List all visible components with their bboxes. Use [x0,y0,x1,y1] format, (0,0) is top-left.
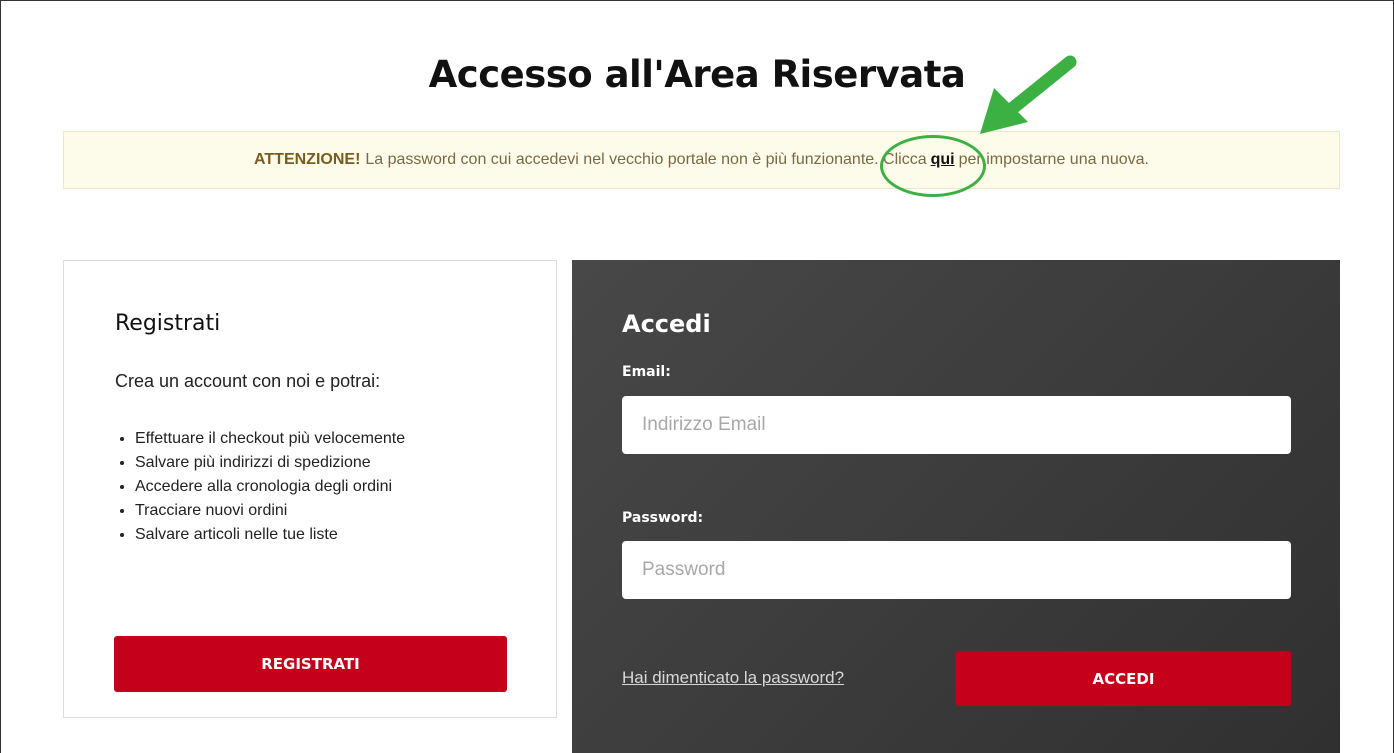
register-card: Registrati Crea un account con noi e pot… [63,260,557,718]
pointer-arrow-icon [980,55,1077,134]
list-item: Salvare articoli nelle tue liste [135,523,405,547]
register-button[interactable]: REGISTRATI [114,636,507,692]
list-item: Tracciare nuovi ordini [135,499,405,523]
login-button[interactable]: ACCEDI [956,651,1291,706]
notice-text-before: La password con cui accedevi nel vecchio… [365,151,927,168]
forgot-password-link[interactable]: Hai dimenticato la password? [622,668,844,688]
register-title: Registrati [115,311,221,336]
email-input[interactable] [622,396,1291,454]
password-label: Password: [622,510,704,526]
list-item: Salvare più indirizzi di spedizione [135,451,405,475]
email-label: Email: [622,364,671,380]
register-lead: Crea un account con noi e potrai: [115,371,381,391]
login-card: Accedi Email: Password: Hai dimenticato … [572,260,1340,753]
highlight-circle [880,135,986,197]
benefits-list: Effettuare il checkout più velocemente S… [115,427,405,547]
list-item: Effettuare il checkout più velocemente [135,427,405,451]
notice-text-after: per impostarne una nuova. [958,151,1149,168]
list-item: Accedere alla cronologia degli ordini [135,475,405,499]
password-input[interactable] [622,541,1291,599]
password-notice: ATTENZIONE! La password con cui accedevi… [63,131,1340,189]
notice-strong: ATTENZIONE! [254,151,361,168]
login-title: Accedi [622,310,711,338]
page-title: Accesso all'Area Riservata [428,52,966,96]
